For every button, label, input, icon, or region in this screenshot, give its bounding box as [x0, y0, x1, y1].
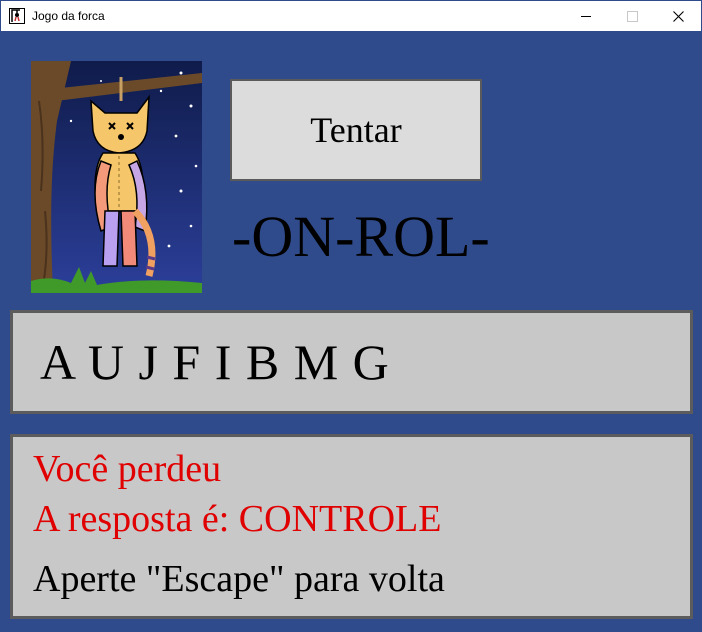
game-area: Tentar -ON-ROL- A U J F I B M G Você per…	[1, 31, 701, 631]
answer-message: A resposta é: CONTROLE	[33, 498, 442, 540]
message-panel: Você perdeu A resposta é: CONTROLE Apert…	[10, 434, 693, 619]
hangman-app-icon	[9, 8, 25, 24]
window-title: Jogo da forca	[32, 9, 105, 23]
lost-message: Você perdeu	[33, 448, 222, 490]
guessed-letters: A U J F I B M G	[40, 334, 389, 390]
maximize-icon[interactable]	[609, 1, 655, 31]
masked-word: -ON-ROL-	[232, 204, 490, 269]
minimize-icon[interactable]	[563, 1, 609, 31]
escape-hint: Aperte "Escape" para volta	[33, 558, 445, 600]
game-window: Jogo da forca Tentar -ON-ROL- A U J F I …	[0, 0, 702, 632]
title-bar[interactable]: Jogo da forca	[1, 1, 701, 31]
guessed-letters-panel: A U J F I B M G	[10, 310, 693, 414]
hanged-cat-ragdoll-illustration	[31, 61, 202, 293]
try-button[interactable]: Tentar	[230, 79, 482, 181]
close-icon[interactable]	[655, 1, 701, 31]
